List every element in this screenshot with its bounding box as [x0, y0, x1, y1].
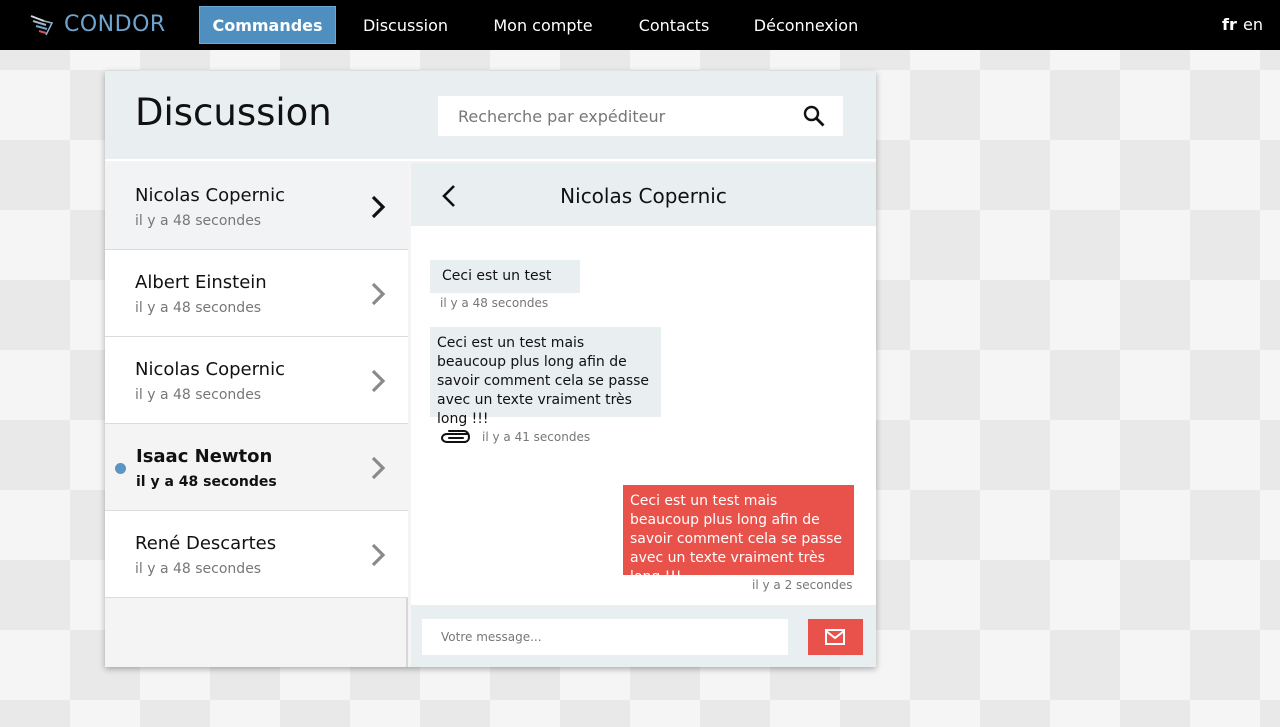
- condor-logo-icon: [30, 14, 54, 35]
- top-navbar: CONDOR Commandes Discussion Mon compte C…: [0, 0, 1280, 50]
- message-time: il y a 41 secondes: [482, 430, 591, 444]
- search-icon[interactable]: [803, 105, 825, 127]
- conversation-time: il y a 48 secondes: [135, 213, 262, 229]
- discussion-panel: Discussion Nicolas Copernic il y a 48 se…: [105, 71, 876, 667]
- envelope-icon: [825, 629, 845, 645]
- conversation-time: il y a 48 secondes: [135, 387, 262, 403]
- chat-area: Nicolas Copernic Ceci est un test il y a…: [411, 163, 876, 667]
- conversation-list: Nicolas Copernic il y a 48 secondes Albe…: [105, 163, 408, 667]
- message-composer: [411, 605, 876, 667]
- conversation-item[interactable]: Albert Einstein il y a 48 secondes: [105, 250, 408, 337]
- nav-contacts[interactable]: Contacts: [628, 6, 720, 44]
- message-time: il y a 48 secondes: [440, 296, 549, 310]
- message-bubble-incoming: Ceci est un test mais beaucoup plus long…: [430, 327, 661, 427]
- message-input[interactable]: [422, 619, 788, 655]
- chevron-right-icon: [371, 543, 386, 567]
- message-bubble-outgoing: Ceci est un test mais beaucoup plus long…: [623, 485, 854, 585]
- conversation-item[interactable]: René Descartes il y a 48 secondes: [105, 511, 408, 598]
- chevron-right-icon: [371, 282, 386, 306]
- lang-en[interactable]: en: [1243, 15, 1263, 34]
- lang-fr[interactable]: fr: [1222, 15, 1237, 34]
- logo-text: CONDOR: [64, 12, 166, 37]
- condor-logo[interactable]: CONDOR: [30, 12, 166, 37]
- conversation-time: il y a 48 secondes: [135, 300, 262, 316]
- search-input[interactable]: [438, 97, 778, 135]
- chat-header: Nicolas Copernic: [411, 163, 876, 226]
- conversation-item[interactable]: Isaac Newton il y a 48 secondes: [105, 424, 408, 511]
- unread-indicator: [115, 463, 126, 474]
- nav-commandes[interactable]: Commandes: [199, 6, 336, 44]
- conversation-time: il y a 48 secondes: [135, 561, 262, 577]
- conversation-item[interactable]: Nicolas Copernic il y a 48 secondes: [105, 163, 408, 250]
- send-button[interactable]: [808, 619, 863, 655]
- nav-mon-compte[interactable]: Mon compte: [482, 6, 604, 44]
- conversation-name: Albert Einstein: [135, 272, 267, 293]
- panel-header: Discussion: [105, 71, 876, 161]
- paperclip-icon[interactable]: [439, 427, 471, 445]
- chevron-right-icon: [371, 195, 386, 219]
- conversation-item[interactable]: Nicolas Copernic il y a 48 secondes: [105, 337, 408, 424]
- conversation-time: il y a 48 secondes: [136, 474, 277, 490]
- message-bubble-incoming: Ceci est un test: [430, 260, 580, 293]
- nav-deconnexion[interactable]: Déconnexion: [744, 6, 868, 44]
- chevron-right-icon: [371, 456, 386, 480]
- chat-title: Nicolas Copernic: [560, 184, 727, 208]
- conversation-name: René Descartes: [135, 533, 277, 554]
- conversation-name: Isaac Newton: [136, 446, 273, 467]
- search-box: [438, 96, 843, 136]
- page-title: Discussion: [135, 91, 332, 134]
- chevron-right-icon: [371, 369, 386, 393]
- conversation-name: Nicolas Copernic: [135, 185, 285, 206]
- nav-discussion[interactable]: Discussion: [352, 6, 459, 44]
- conversation-name: Nicolas Copernic: [135, 359, 285, 380]
- message-time: il y a 2 secondes: [752, 578, 853, 592]
